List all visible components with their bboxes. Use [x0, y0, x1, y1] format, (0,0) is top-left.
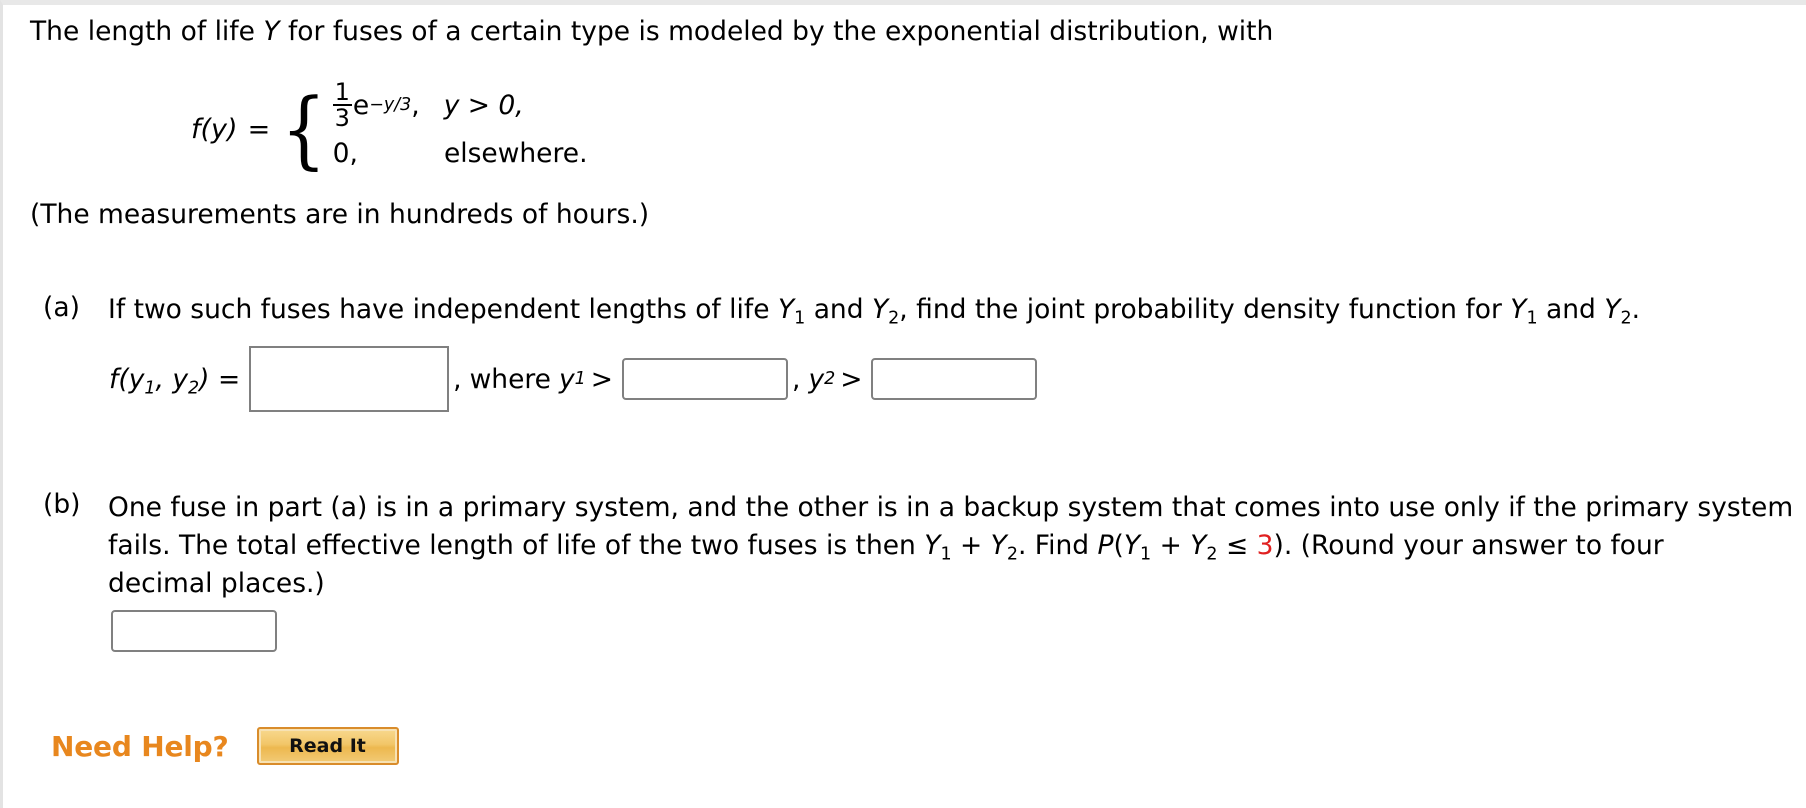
part-a-label: (a) [43, 292, 80, 323]
part-a-text-before: If two such fuses have independent lengt… [108, 294, 778, 325]
part-b-line-3: decimal places.) [108, 568, 325, 599]
part-b-probability-symbol: P [1097, 530, 1114, 561]
part-b-answer-input[interactable] [111, 610, 277, 652]
answer-separator-comma-1: , [453, 363, 462, 395]
joint-pdf-input[interactable] [249, 346, 450, 412]
formula-fraction-one-third: 1 3 [332, 78, 352, 132]
condition-2-operator: > [840, 363, 863, 395]
formula-exponential-base: e [352, 89, 370, 121]
need-help-section: Need Help? Read It [51, 727, 399, 765]
part-a-answer-row: f(y1, y2) = , where y1 > , y2 > [109, 346, 1038, 412]
condition-1-input[interactable] [622, 358, 789, 400]
part-a-text-middle: , find the joint probability density fun… [899, 294, 1511, 325]
part-b-y1-second-sub: 1 [1140, 544, 1152, 565]
part-a-y2-subscript: 2 [888, 308, 900, 329]
part-a-question-text: If two such fuses have independent lengt… [108, 292, 1640, 327]
part-b-line-2: fails. The total effective length of lif… [108, 527, 1798, 565]
joint-pdf-label-close-paren: ) [199, 363, 210, 395]
problem-stem: The length of life Y for fuses of a cert… [30, 15, 1273, 49]
joint-pdf-label: f(y1, y2) = [109, 363, 241, 399]
measurement-note: (The measurements are in hundreds of hou… [30, 199, 650, 230]
part-b-y1-second: Y [1123, 530, 1141, 561]
part-b-line2-text-a: fails. The total effective length of lif… [108, 530, 925, 561]
answer-separator-comma-2: , [792, 363, 801, 395]
part-b-question-text: One fuse in part (a) is in a primary sys… [108, 489, 1798, 603]
part-b-label: (b) [43, 489, 81, 520]
part-a-y1: Y [777, 294, 795, 325]
need-help-label: Need Help? [51, 729, 229, 763]
part-b-plus-2: + [1151, 530, 1191, 561]
formula-case2-value: 0, [332, 137, 358, 169]
stem-text-part2: for fuses of a certain type is modeled b… [279, 16, 1274, 47]
part-a-y2-second: Y [1604, 294, 1621, 325]
part-a-y1-second: Y [1510, 294, 1527, 325]
fraction-numerator: 1 [334, 78, 350, 106]
stem-text-part1: The length of life [30, 16, 264, 47]
part-b-y1: Y [924, 530, 941, 561]
part-b-leq-operator: ≤ [1217, 530, 1257, 561]
formula-left-brace: { [281, 79, 327, 178]
condition-1-operator: > [590, 363, 614, 395]
where-label: where [469, 363, 551, 395]
formula-cases: 1 3 e −y/3, y > 0, 0, elsewhere. [332, 78, 588, 175]
condition-1-variable: y [558, 363, 575, 395]
part-a-y2: Y [871, 294, 889, 325]
part-b-line2-text-c: . (Round your answer to four [1283, 530, 1664, 561]
part-b-bound-value: 3 [1256, 530, 1274, 561]
fraction-denominator: 3 [332, 104, 352, 132]
part-b-y2-sub: 2 [1006, 544, 1018, 565]
joint-pdf-label-f: f [109, 363, 119, 395]
joint-pdf-label-comma: , [155, 363, 173, 395]
problem-page: The length of life Y for fuses of a cert… [0, 0, 1806, 808]
part-b-y1-sub: 1 [940, 544, 952, 565]
part-b-y2-second-sub: 2 [1206, 544, 1218, 565]
stem-variable-Y: Y [263, 16, 280, 47]
part-a-and-1: and [805, 294, 872, 325]
formula-case-2: 0, elsewhere. [333, 131, 588, 175]
part-a-y1-subscript: 1 [794, 308, 806, 329]
formula-equals-sign: = [247, 113, 271, 145]
part-a-y2-second-subscript: 2 [1620, 308, 1632, 329]
joint-pdf-label-y2-sub: 2 [188, 378, 200, 399]
formula-function-name: f(y) [191, 113, 238, 145]
joint-pdf-label-y2: y [172, 363, 189, 395]
read-it-button[interactable]: Read It [256, 727, 399, 765]
part-b-y2: Y [990, 530, 1007, 561]
formula-case1-comma: , [411, 89, 420, 121]
formula-case2-condition: elsewhere. [443, 137, 588, 169]
joint-pdf-label-open-paren: ( [118, 363, 129, 395]
formula-case-1: 1 3 e −y/3, y > 0, [332, 78, 524, 132]
pdf-formula: f(y) = { 1 3 e −y/3, y > 0, 0, elsewhere. [191, 78, 588, 178]
joint-pdf-label-y1: y [128, 363, 145, 395]
part-b-y2-second: Y [1190, 530, 1207, 561]
part-a-text-end: . [1631, 294, 1641, 325]
part-b-line2-text-b: . Find [1017, 530, 1098, 561]
condition-2-variable: y [808, 363, 825, 395]
condition-2-input[interactable] [871, 358, 1038, 400]
joint-pdf-label-equals: = [209, 363, 241, 395]
part-b-open-paren: ( [1113, 530, 1124, 561]
part-b-close-paren: ) [1273, 530, 1284, 561]
part-b-line-1: One fuse in part (a) is in a primary sys… [108, 492, 1794, 523]
joint-pdf-label-y1-sub: 1 [144, 378, 156, 399]
part-a-y1-second-subscript: 1 [1526, 308, 1538, 329]
part-b-plus-1: + [951, 530, 991, 561]
formula-case1-condition: y > 0, [443, 89, 524, 121]
part-a-and-2: and [1537, 294, 1605, 325]
